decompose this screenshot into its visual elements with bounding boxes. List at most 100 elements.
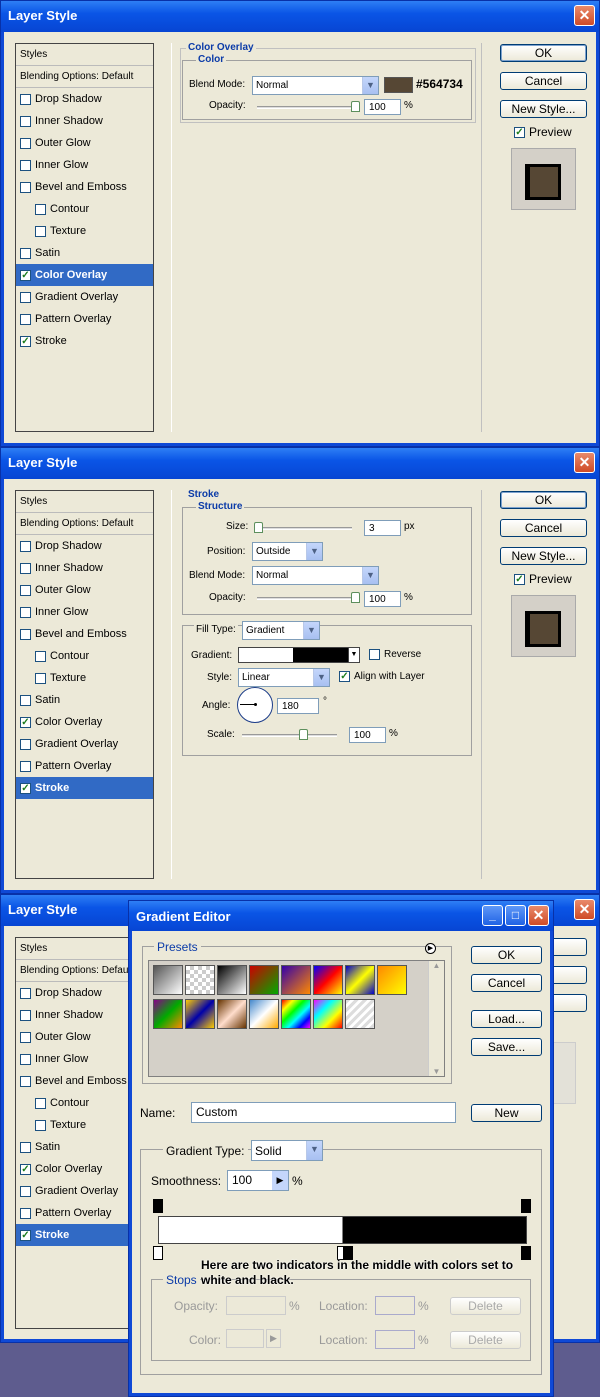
chevron-down-icon[interactable]: ▼ — [348, 648, 359, 662]
checkbox-checked[interactable]: ✓ — [20, 335, 31, 347]
opacity-slider[interactable] — [257, 106, 360, 109]
checkbox[interactable] — [20, 540, 31, 552]
save-button[interactable]: Save... — [471, 1038, 542, 1056]
effect-satin[interactable]: Satin — [16, 689, 153, 711]
preset-swatch[interactable] — [281, 999, 311, 1029]
cancel-button[interactable]: Cancel — [500, 72, 587, 90]
close-button[interactable]: ✕ — [574, 899, 595, 920]
checkbox[interactable] — [20, 738, 31, 750]
checkbox-checked[interactable]: ✓ — [20, 1163, 31, 1175]
close-button[interactable]: ✕ — [528, 905, 549, 926]
reverse-checkbox[interactable]: Reverse — [369, 649, 421, 660]
checkbox[interactable] — [20, 987, 31, 999]
checkbox[interactable] — [20, 1185, 31, 1197]
checkbox[interactable] — [20, 159, 31, 171]
angle-dial[interactable] — [237, 687, 273, 723]
color-swatch[interactable] — [384, 77, 413, 93]
fill-type-select[interactable]: Gradient ▼ — [242, 621, 320, 640]
effect-inner-glow[interactable]: Inner Glow — [16, 154, 153, 176]
cancel-button[interactable]: Cancel — [500, 519, 587, 537]
effect-texture[interactable]: Texture — [16, 667, 153, 689]
presets-scrollbar[interactable]: ▲ ▼ — [428, 961, 444, 1076]
checkbox-checked[interactable]: ✓ — [20, 269, 31, 281]
opacity-slider-thumb[interactable] — [351, 101, 360, 112]
preset-swatch[interactable] — [313, 965, 343, 995]
checkbox[interactable] — [20, 584, 31, 596]
stop-color-swatch[interactable] — [226, 1329, 264, 1348]
gradient-type-select[interactable]: Solid ▼ — [251, 1140, 323, 1161]
effect-bevel-emboss[interactable]: Bevel and Emboss — [16, 176, 153, 198]
preset-swatch[interactable] — [345, 999, 375, 1029]
styles-header[interactable]: Styles — [16, 44, 153, 66]
ok-button[interactable]: OK — [471, 946, 542, 964]
checkbox[interactable] — [20, 137, 31, 149]
preset-swatch[interactable] — [249, 965, 279, 995]
effect-drop-shadow[interactable]: Drop Shadow — [16, 88, 153, 110]
presets-menu-icon[interactable]: ▶ — [425, 943, 436, 954]
gradient-preview[interactable]: ▼ — [238, 647, 360, 663]
checkbox-checked[interactable]: ✓ — [20, 716, 31, 728]
preset-swatch[interactable] — [185, 965, 215, 995]
new-style-button[interactable]: New Style... — [500, 547, 587, 565]
delete-opacity-stop-button[interactable]: Delete — [450, 1297, 521, 1315]
name-input[interactable]: Custom — [191, 1102, 456, 1123]
effect-inner-shadow[interactable]: Inner Shadow — [16, 557, 153, 579]
smoothness-input[interactable]: 100 ▶ — [227, 1170, 289, 1191]
preset-swatch[interactable] — [377, 965, 407, 995]
blending-options[interactable]: Blending Options: Default — [16, 513, 153, 535]
checkbox[interactable] — [20, 628, 31, 640]
effect-outer-glow[interactable]: Outer Glow — [16, 579, 153, 601]
chevron-right-icon[interactable]: ▶ — [272, 1171, 288, 1190]
size-slider[interactable] — [257, 527, 352, 530]
checkbox-checked[interactable]: ✓ — [339, 671, 350, 682]
ok-button[interactable]: OK — [500, 44, 587, 62]
checkbox[interactable] — [35, 225, 46, 237]
checkbox[interactable] — [20, 247, 31, 259]
checkbox[interactable] — [35, 672, 46, 684]
checkbox-checked[interactable]: ✓ — [20, 782, 31, 794]
preset-swatch[interactable] — [249, 999, 279, 1029]
checkbox[interactable] — [35, 203, 46, 215]
gradient-bar[interactable] — [158, 1216, 527, 1244]
effect-contour[interactable]: Contour — [16, 198, 153, 220]
blend-mode-select[interactable]: Normal ▼ — [252, 566, 379, 585]
close-button[interactable]: ✕ — [574, 5, 595, 26]
align-with-layer-checkbox[interactable]: ✓ Align with Layer — [339, 671, 425, 682]
scale-slider-thumb[interactable] — [299, 729, 308, 740]
new-style-button[interactable]: New Style... — [500, 100, 587, 118]
preset-swatch[interactable] — [153, 965, 183, 995]
effect-stroke[interactable]: ✓ Stroke — [16, 330, 153, 352]
chevron-right-icon[interactable]: ▶ — [266, 1329, 281, 1348]
effect-inner-glow[interactable]: Inner Glow — [16, 601, 153, 623]
checkbox-checked[interactable]: ✓ — [20, 1229, 31, 1241]
checkbox[interactable] — [20, 606, 31, 618]
load-button[interactable]: Load... — [471, 1010, 542, 1028]
close-button[interactable]: ✕ — [574, 452, 595, 473]
checkbox[interactable] — [20, 313, 31, 325]
preset-swatch[interactable] — [313, 999, 343, 1029]
checkbox[interactable] — [20, 1075, 31, 1087]
preview-checkbox[interactable]: ✓ Preview — [514, 125, 572, 139]
maximize-icon[interactable]: □ — [505, 905, 526, 926]
checkbox-checked[interactable]: ✓ — [514, 126, 525, 138]
position-select[interactable]: Outside ▼ — [252, 542, 323, 561]
stop-opacity-input[interactable] — [226, 1296, 286, 1315]
style-select[interactable]: Linear ▼ — [238, 668, 330, 687]
opacity-input[interactable]: 100 — [364, 591, 401, 607]
new-button[interactable]: New — [471, 1104, 542, 1122]
styles-header[interactable]: Styles — [16, 491, 153, 513]
preset-swatch[interactable] — [345, 965, 375, 995]
scroll-down-icon[interactable]: ▼ — [429, 1067, 444, 1076]
preset-swatch[interactable] — [185, 999, 215, 1029]
blend-mode-select[interactable]: Normal ▼ — [252, 76, 379, 95]
color-stop-white[interactable] — [153, 1246, 163, 1260]
checkbox[interactable] — [35, 650, 46, 662]
opacity-stop-right[interactable] — [521, 1199, 531, 1213]
effect-drop-shadow[interactable]: Drop Shadow — [16, 535, 153, 557]
effect-gradient-overlay[interactable]: Gradient Overlay — [16, 286, 153, 308]
checkbox[interactable] — [20, 115, 31, 127]
checkbox[interactable] — [20, 93, 31, 105]
checkbox[interactable] — [35, 1119, 46, 1131]
scale-slider[interactable] — [242, 734, 337, 737]
effect-inner-shadow[interactable]: Inner Shadow — [16, 110, 153, 132]
